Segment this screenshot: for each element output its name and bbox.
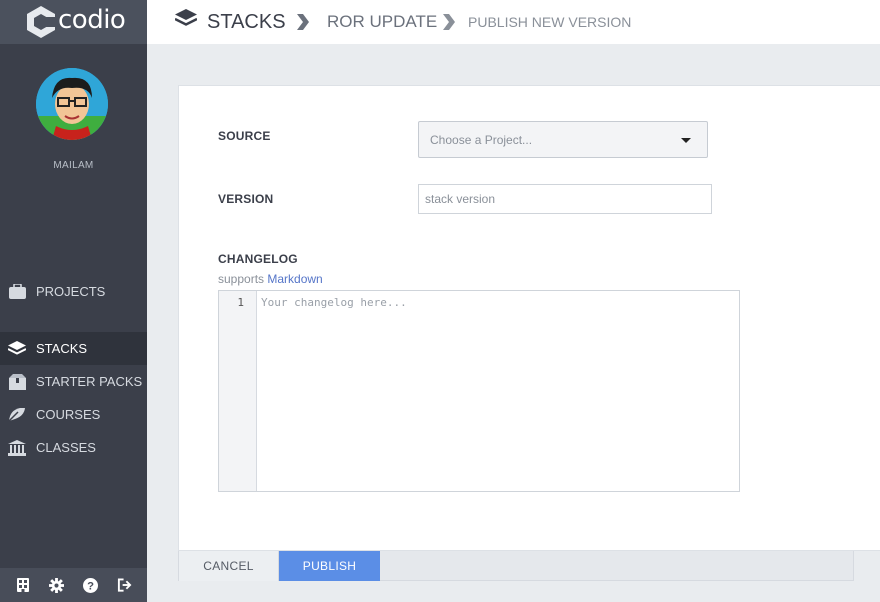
breadcrumb-current: PUBLISH NEW VERSION: [468, 14, 632, 30]
sidebar-item-classes[interactable]: CLASSES: [0, 431, 147, 464]
sidebar-item-stacks[interactable]: STACKS: [0, 332, 147, 365]
markdown-link[interactable]: Markdown: [267, 272, 322, 286]
changelog-editor[interactable]: 1 Your changelog here...: [218, 290, 740, 492]
brand-header[interactable]: codio: [0, 0, 147, 44]
sidebar-item-label: COURSES: [36, 407, 101, 422]
changelog-placeholder: Your changelog here...: [261, 296, 407, 309]
institution-icon: [8, 439, 26, 457]
sidebar-item-label: STARTER PACKS: [36, 374, 143, 389]
sidebar-item-projects[interactable]: PROJECTS: [0, 275, 147, 308]
caret-down-icon: [681, 138, 691, 143]
avatar-image-icon: [36, 68, 108, 140]
chevron-right-icon: [443, 14, 455, 30]
form-actions: CANCEL PUBLISH: [178, 551, 854, 581]
sidebar: codio MAILAM PROJECTS STACKS STARTER PAC…: [0, 0, 147, 602]
help-icon[interactable]: ?: [80, 575, 100, 595]
breadcrumb-parent[interactable]: ROR UPDATE: [327, 0, 437, 44]
version-label: VERSION: [218, 192, 274, 206]
line-number: 1: [237, 296, 244, 309]
building-icon[interactable]: [13, 575, 33, 595]
codio-logo-icon: [27, 6, 56, 38]
sidebar-item-label: STACKS: [36, 341, 88, 356]
box-icon: [8, 373, 26, 391]
brand-name: codio: [58, 5, 126, 35]
logout-icon[interactable]: [114, 575, 134, 595]
changelog-hint-text: supports: [218, 272, 265, 286]
breadcrumb: STACKS ROR UPDATE PUBLISH NEW VERSION: [147, 0, 880, 44]
publish-form: SOURCE Choose a Project... VERSION CHANG…: [178, 85, 880, 551]
sidebar-item-starter-packs[interactable]: STARTER PACKS: [0, 365, 147, 398]
breadcrumb-root[interactable]: STACKS: [174, 0, 286, 44]
changelog-label: CHANGELOG: [218, 252, 298, 266]
graduation-icon: [8, 406, 26, 424]
sidebar-item-label: CLASSES: [36, 440, 96, 455]
gear-icon[interactable]: [47, 575, 67, 595]
layers-icon: [8, 340, 26, 358]
layers-icon: [174, 9, 198, 35]
breadcrumb-root-label: STACKS: [207, 10, 286, 33]
source-select-value: Choose a Project...: [430, 133, 533, 147]
version-input[interactable]: [418, 184, 712, 214]
publish-button[interactable]: PUBLISH: [279, 551, 380, 581]
sidebar-footer: ?: [0, 568, 147, 602]
avatar[interactable]: [36, 68, 108, 140]
changelog-hint: supports Markdown: [218, 272, 323, 286]
svg-text:?: ?: [87, 580, 94, 592]
sidebar-item-courses[interactable]: COURSES: [0, 398, 147, 431]
sidebar-item-label: PROJECTS: [36, 284, 106, 299]
editor-gutter: 1: [219, 291, 257, 491]
briefcase-icon: [8, 283, 26, 301]
source-label: SOURCE: [218, 129, 271, 143]
cancel-button[interactable]: CANCEL: [179, 551, 279, 581]
chevron-right-icon: [297, 14, 309, 30]
username: MAILAM: [53, 160, 94, 171]
source-select[interactable]: Choose a Project...: [418, 121, 708, 158]
